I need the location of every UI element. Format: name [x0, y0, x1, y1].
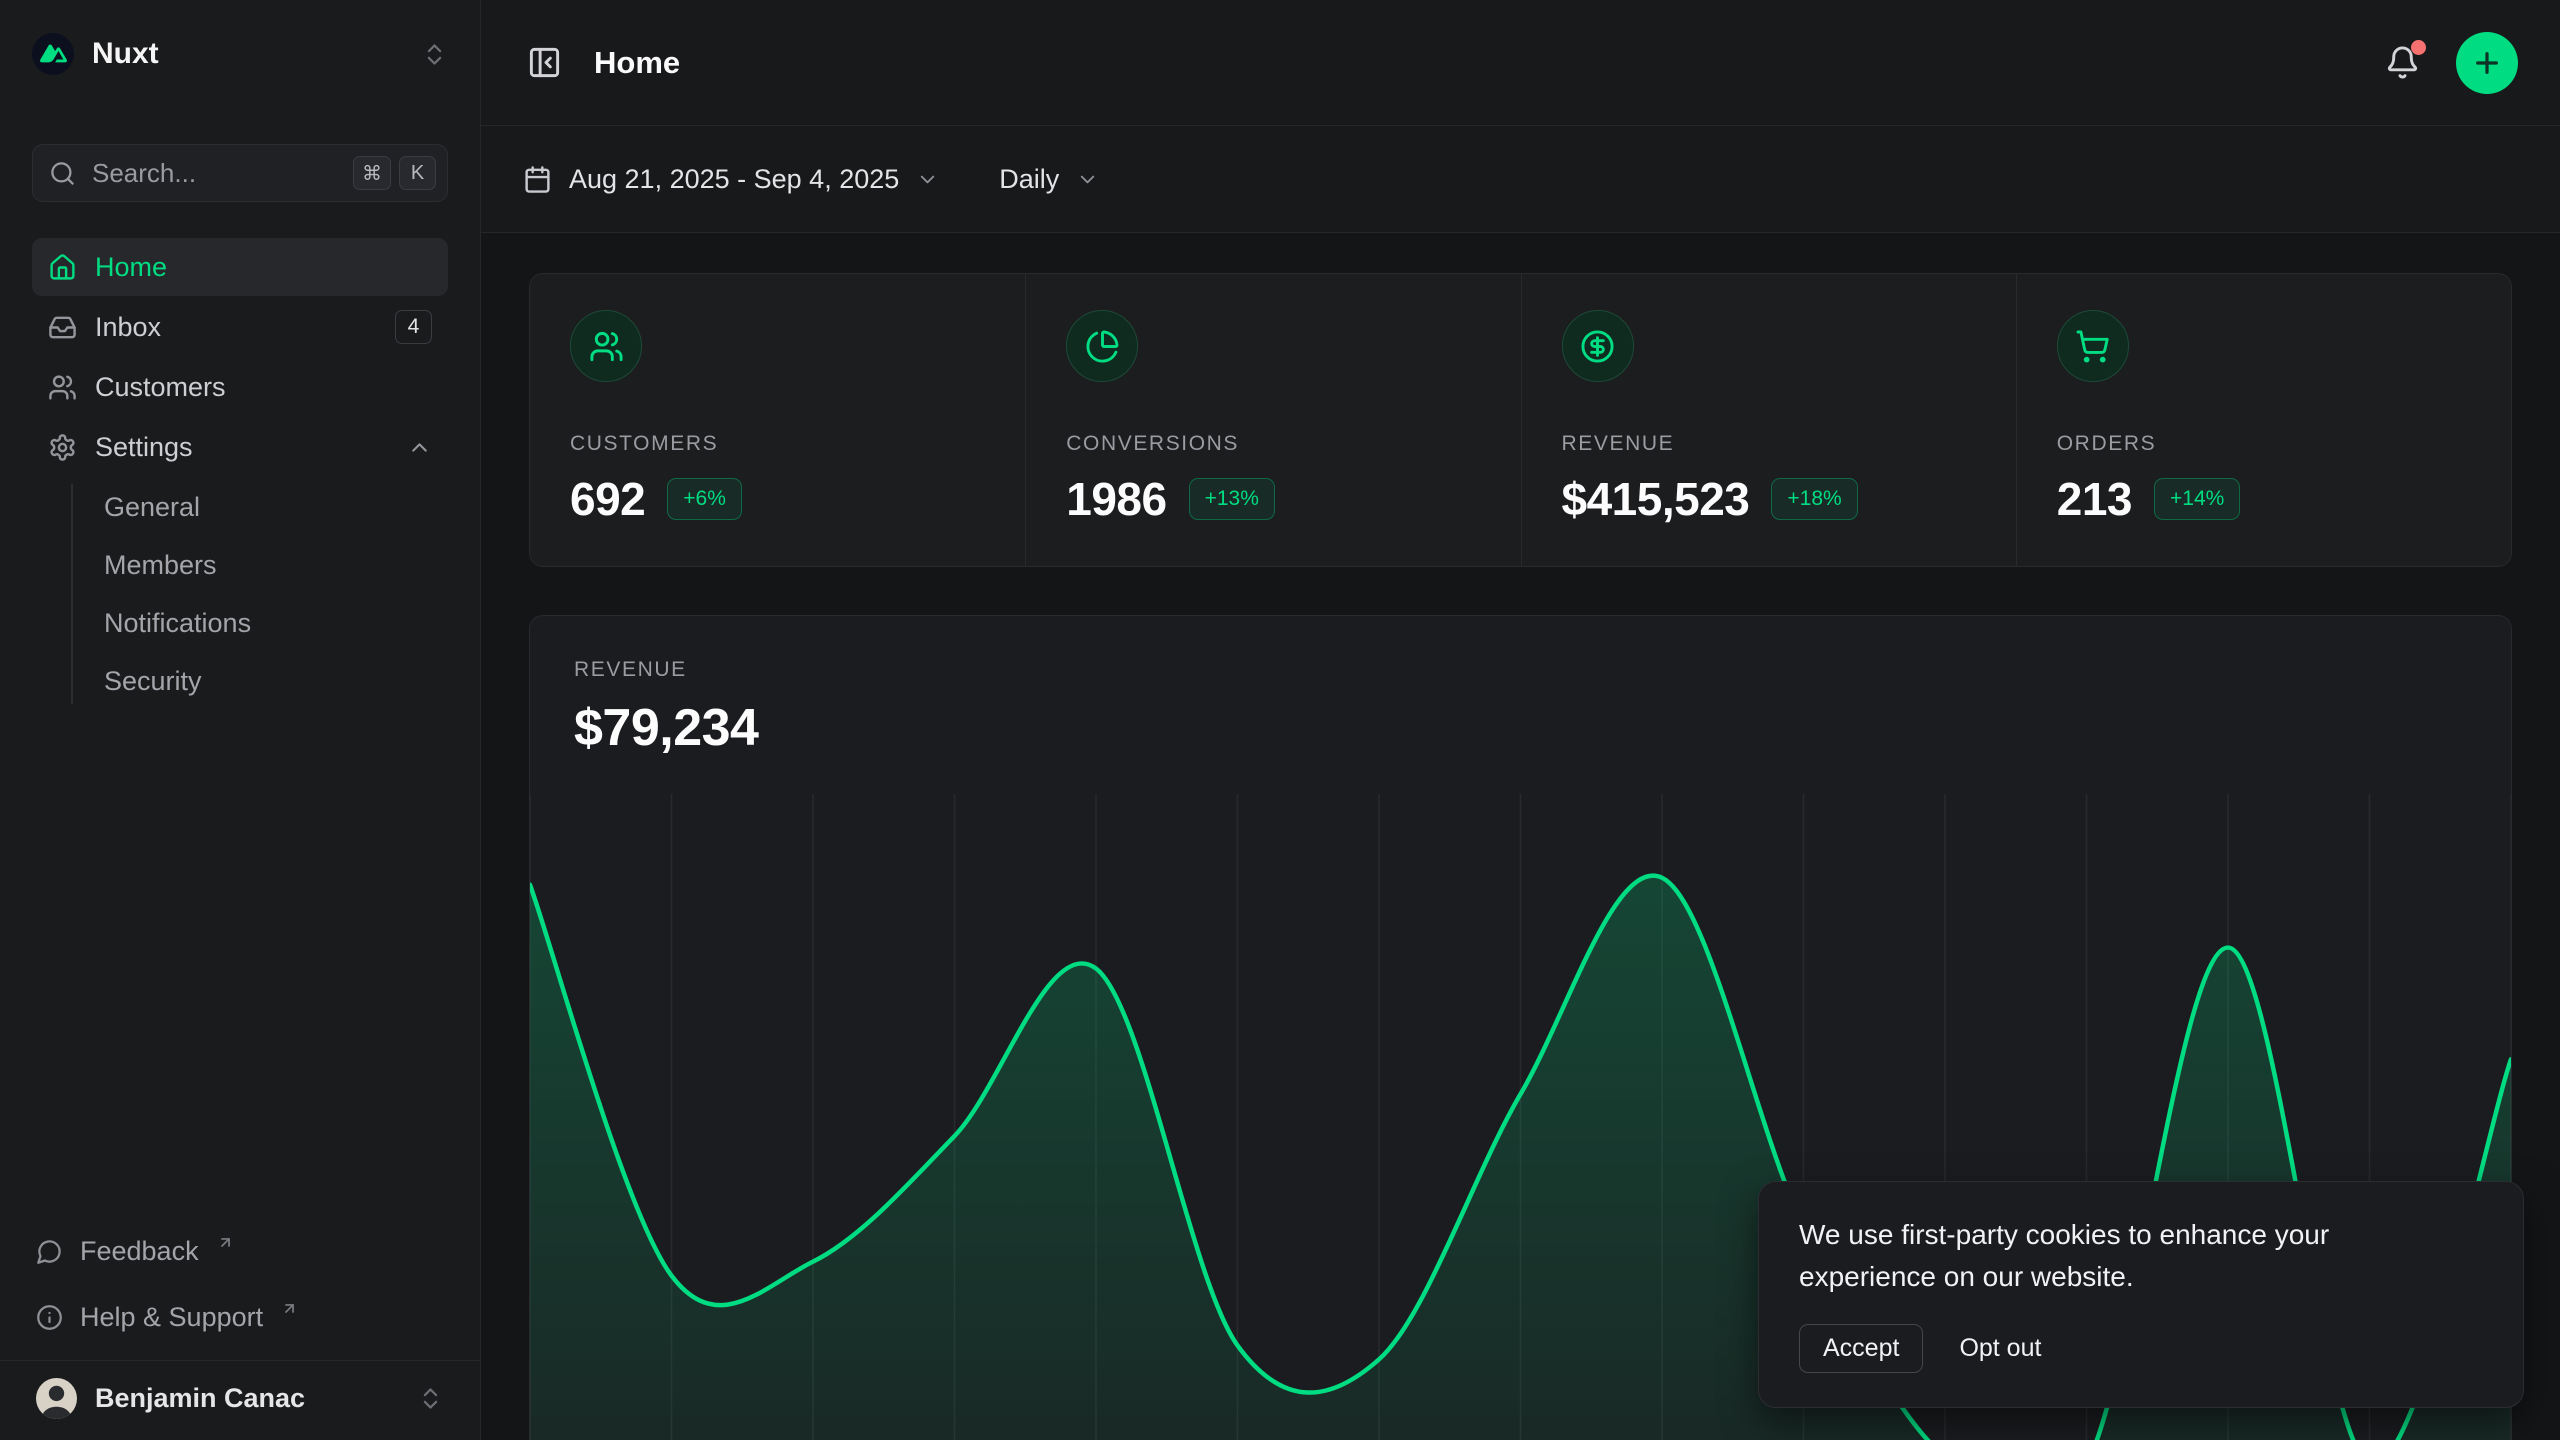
cookie-actions: Accept Opt out: [1799, 1324, 2483, 1373]
nuxt-logo-icon: [32, 33, 74, 75]
info-circle-icon: [36, 1304, 63, 1331]
kbd-meta: ⌘: [353, 156, 391, 190]
topbar: Home: [481, 0, 2560, 126]
stat-delta-badge: +13%: [1189, 478, 1275, 520]
users-icon: [48, 373, 77, 402]
sidebar-item-general[interactable]: General: [32, 478, 448, 536]
page-title: Home: [594, 45, 680, 81]
stat-label: CONVERSIONS: [1066, 432, 1480, 456]
avatar: [36, 1378, 77, 1419]
user-name: Benjamin Canac: [95, 1383, 399, 1414]
dollar-circle-icon: [1562, 310, 1634, 382]
stat-delta-badge: +14%: [2154, 478, 2240, 520]
users-icon: [570, 310, 642, 382]
sub-item-label: Notifications: [104, 608, 251, 639]
notification-dot: [2411, 40, 2426, 55]
pie-chart-icon: [1066, 310, 1138, 382]
external-link-icon: [281, 1300, 298, 1317]
stat-delta-badge: +18%: [1771, 478, 1857, 520]
stat-label: REVENUE: [1562, 432, 1976, 456]
panel-left-close-icon: [527, 45, 562, 80]
gear-icon: [48, 433, 77, 462]
cookie-banner: We use first-party cookies to enhance yo…: [1758, 1181, 2524, 1408]
sidebar-item-notifications[interactable]: Notifications: [32, 594, 448, 652]
stat-value: $415,523: [1562, 472, 1750, 526]
notifications-button[interactable]: [2381, 41, 2424, 84]
granularity-value: Daily: [999, 164, 1059, 195]
stat-delta-badge: +6%: [667, 478, 742, 520]
filter-toolbar: Aug 21, 2025 - Sep 4, 2025 Daily: [481, 126, 2560, 233]
search-shortcut: ⌘ K: [353, 156, 436, 190]
sidebar-footer-links: Feedback Help & Support: [32, 1222, 448, 1360]
sidebar-spacer: [32, 710, 448, 1222]
workspace-switcher[interactable]: Nuxt: [32, 28, 448, 80]
chart-title: REVENUE: [574, 658, 2467, 682]
stat-label: ORDERS: [2057, 432, 2471, 456]
date-range-value: Aug 21, 2025 - Sep 4, 2025: [569, 164, 899, 195]
sidebar-item-home[interactable]: Home: [32, 238, 448, 296]
date-range-picker[interactable]: Aug 21, 2025 - Sep 4, 2025: [523, 164, 939, 195]
workspace-name: Nuxt: [92, 37, 403, 71]
external-link-icon: [217, 1234, 234, 1251]
stat-card-revenue[interactable]: REVENUE $415,523 +18%: [1521, 274, 2016, 566]
sub-item-label: Security: [104, 666, 202, 697]
sub-item-label: General: [104, 492, 200, 523]
add-button[interactable]: [2456, 32, 2518, 94]
sidebar-item-label: Settings: [95, 432, 193, 463]
chevron-down-icon: [916, 168, 939, 191]
feedback-label: Feedback: [80, 1236, 199, 1267]
stat-value: 692: [570, 472, 645, 526]
stats-grid: CUSTOMERS 692 +6% CONVERSIONS 1986 +13%: [529, 273, 2512, 567]
stat-card-conversions[interactable]: CONVERSIONS 1986 +13%: [1025, 274, 1520, 566]
search-icon: [49, 160, 76, 187]
sidebar-item-label: Inbox: [95, 312, 161, 343]
chart-header: REVENUE $79,234: [530, 616, 2511, 758]
stat-card-customers[interactable]: CUSTOMERS 692 +6%: [530, 274, 1025, 566]
sidebar-item-label: Customers: [95, 372, 226, 403]
accept-cookies-button[interactable]: Accept: [1799, 1324, 1923, 1373]
plus-icon: [2471, 47, 2503, 79]
chevrons-up-down-icon: [417, 1385, 444, 1412]
shopping-cart-icon: [2057, 310, 2129, 382]
sidebar-item-settings[interactable]: Settings: [32, 418, 448, 476]
inbox-icon: [48, 313, 77, 342]
sidebar-nav: Home Inbox 4 Customers Settings: [32, 238, 448, 710]
stat-card-orders[interactable]: ORDERS 213 +14%: [2016, 274, 2511, 566]
topbar-actions: [2381, 32, 2518, 94]
help-support-link[interactable]: Help & Support: [32, 1288, 448, 1346]
user-menu[interactable]: Benjamin Canac: [32, 1361, 448, 1440]
message-bubble-icon: [36, 1238, 63, 1265]
home-icon: [48, 253, 77, 282]
optout-cookies-button[interactable]: Opt out: [1959, 1334, 2041, 1363]
sidebar: Nuxt Search... ⌘ K Home: [0, 0, 481, 1440]
chevrons-up-down-icon: [421, 41, 448, 68]
kbd-k: K: [399, 156, 436, 190]
stat-value: 1986: [1066, 472, 1166, 526]
search-input[interactable]: Search... ⌘ K: [32, 144, 448, 202]
collapse-sidebar-button[interactable]: [523, 41, 566, 84]
sidebar-item-members[interactable]: Members: [32, 536, 448, 594]
chevron-down-icon: [1076, 168, 1099, 191]
feedback-link[interactable]: Feedback: [32, 1222, 448, 1280]
settings-subnav: General Members Notifications Security: [32, 478, 448, 710]
search-placeholder: Search...: [92, 158, 337, 189]
chevron-up-icon: [407, 435, 432, 460]
stat-value: 213: [2057, 472, 2132, 526]
help-support-label: Help & Support: [80, 1302, 263, 1333]
sidebar-item-inbox[interactable]: Inbox 4: [32, 298, 448, 356]
stat-label: CUSTOMERS: [570, 432, 985, 456]
sidebar-item-security[interactable]: Security: [32, 652, 448, 710]
sidebar-item-label: Home: [95, 252, 167, 283]
sidebar-item-customers[interactable]: Customers: [32, 358, 448, 416]
inbox-count-badge: 4: [395, 310, 432, 344]
calendar-icon: [523, 165, 552, 194]
sub-item-label: Members: [104, 550, 217, 581]
chart-total-value: $79,234: [574, 698, 2467, 758]
granularity-select[interactable]: Daily: [999, 164, 1099, 195]
cookie-message: We use first-party cookies to enhance yo…: [1799, 1214, 2439, 1298]
